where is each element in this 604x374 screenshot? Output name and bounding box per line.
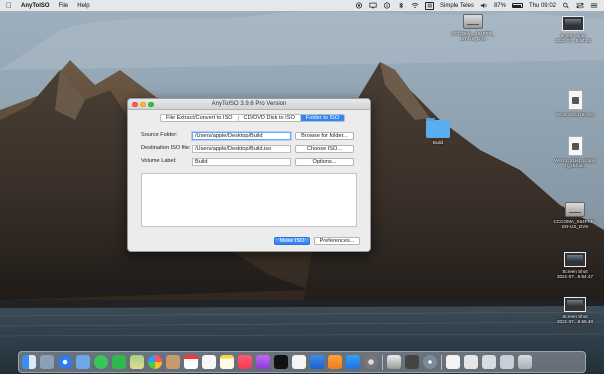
volume-label-input[interactable]: Build [192,158,291,166]
file-icon [567,136,583,156]
clock[interactable]: Thu 09:02 [529,3,556,9]
screenshot-icon [562,16,584,31]
tab-cd-dvd-disk[interactable]: CD/DVD Disk to ISO [239,115,301,121]
system-preferences-icon[interactable] [364,355,378,369]
status-area: ▤ Simple Teles 87% Thu 09:02 [355,1,598,10]
screenshot-icon [564,297,586,312]
photos-preview-icon[interactable] [76,355,90,369]
trash-icon[interactable] [517,355,532,369]
desktop-disk-cccoma-bottom[interactable]: CCCOMA_X64FRE_ EN-US_DV9 [548,202,602,230]
pages-icon[interactable] [328,355,342,369]
tab-file-extract[interactable]: File Extract/Convert to ISO [161,115,239,121]
desktop-disk-cccoma-top[interactable]: CCCOMA_X64FRE_ EN-US_DV9 [447,14,499,42]
maps-icon[interactable] [130,355,144,369]
destination-iso-input[interactable]: /Users/apple/Desktop/Build.iso [192,145,291,153]
browse-folder-button[interactable]: Browse for folder... [295,132,354,140]
app-store-icon[interactable] [346,355,360,369]
keynote-icon[interactable] [310,355,324,369]
options-button[interactable]: Options... [295,158,354,166]
wifi-icon[interactable] [411,2,419,9]
make-iso-button[interactable]: Make ISO [274,237,310,245]
tv-icon[interactable] [274,355,288,369]
menu-help[interactable]: Help [77,3,89,9]
window-title: AnyToISO 3.9.6 Pro Version [211,101,287,107]
anytoiso-window: AnyToISO 3.9.6 Pro Version File Extract/… [127,98,371,252]
launchpad-icon[interactable] [40,355,54,369]
menu-app-name[interactable]: AnyToISO [21,3,50,9]
desktop-file-windows11[interactable]: Windows11x64.iso [548,90,602,117]
downloads-stack-icon[interactable] [445,355,460,369]
safari-icon[interactable] [58,355,72,369]
zoom-icon[interactable] [148,101,154,107]
volume-icon[interactable] [480,2,488,9]
window-titlebar[interactable]: AnyToISO 3.9.6 Pro Version [128,99,370,110]
dock-separator [440,354,442,370]
menu-list-icon[interactable] [590,2,598,9]
desktop-screenshot-2[interactable]: Screen Shot 2021-07...8.54.47 [548,252,602,280]
contacts-icon[interactable] [166,355,180,369]
reminders-icon[interactable] [202,355,216,369]
preview-icon[interactable] [422,355,437,369]
close-icon[interactable] [132,101,138,107]
control-center-icon[interactable] [576,2,584,9]
log-output-area[interactable] [141,173,357,227]
apple-menu-icon[interactable]:  [6,0,12,11]
menu-bar:  AnyToISO File Help ▤ Simple Teles 87% … [0,0,604,11]
bluetooth-icon[interactable] [397,2,405,9]
documents-stack-icon[interactable] [463,355,478,369]
utility-icon[interactable] [404,355,419,369]
desktop-screenshot-3[interactable]: Screen Shot 2021-07...8.55.40 [548,297,602,325]
source-folder-label: Source Folder: [141,132,178,138]
disk-icon [463,14,483,29]
search-icon[interactable] [562,2,570,9]
screen-record-icon[interactable] [355,2,363,9]
display-icon[interactable] [369,2,377,9]
facetime-icon[interactable] [112,355,126,369]
minimize-icon[interactable] [140,101,146,107]
disk-icon [565,202,585,217]
desktop-screenshot-1[interactable]: Screen Shot 2021-07...8.54.28 [547,16,599,44]
window-controls [132,101,154,107]
dock [18,351,586,373]
battery-percent: 87% [493,2,506,9]
desktop-file-win10[interactable]: Win10_21H1_Englis h_x64.iso [548,136,602,169]
info-icon[interactable] [383,2,391,9]
tab-folder-to-iso[interactable]: Folder to ISO [300,115,345,121]
finder-icon[interactable] [22,355,36,369]
destination-iso-label: Destination ISO file: [141,145,191,151]
preferences-button[interactable]: Preferences... [314,237,360,245]
desktop-folder-build[interactable]: Build [421,117,455,145]
documents-stack-icon[interactable] [499,355,514,369]
dock-separator [382,354,383,370]
documents-stack-icon[interactable] [481,355,496,369]
photos-icon[interactable] [148,355,162,369]
anytoiso-icon[interactable] [386,355,401,369]
vpn-status-icon[interactable]: ▤ [425,1,435,10]
calendar-icon[interactable] [184,355,198,369]
podcasts-icon[interactable] [256,355,270,369]
vpn-label[interactable]: Simple Teles [440,3,474,9]
notes-icon[interactable] [220,355,234,369]
battery-icon[interactable] [511,3,523,8]
file-icon [567,90,583,110]
music-icon[interactable] [238,355,252,369]
menu-file[interactable]: File [59,3,69,9]
numbers-icon[interactable] [292,355,306,369]
volume-label-label: Volume Label: [141,158,177,164]
messages-icon[interactable] [94,355,108,369]
choose-iso-button[interactable]: Choose ISO... [295,145,354,153]
folder-icon [426,117,450,138]
screenshot-icon [564,252,586,267]
mode-tabs: File Extract/Convert to ISO CD/DVD Disk … [160,114,346,122]
source-folder-input[interactable]: /Users/apple/Desktop/Build [192,132,291,140]
